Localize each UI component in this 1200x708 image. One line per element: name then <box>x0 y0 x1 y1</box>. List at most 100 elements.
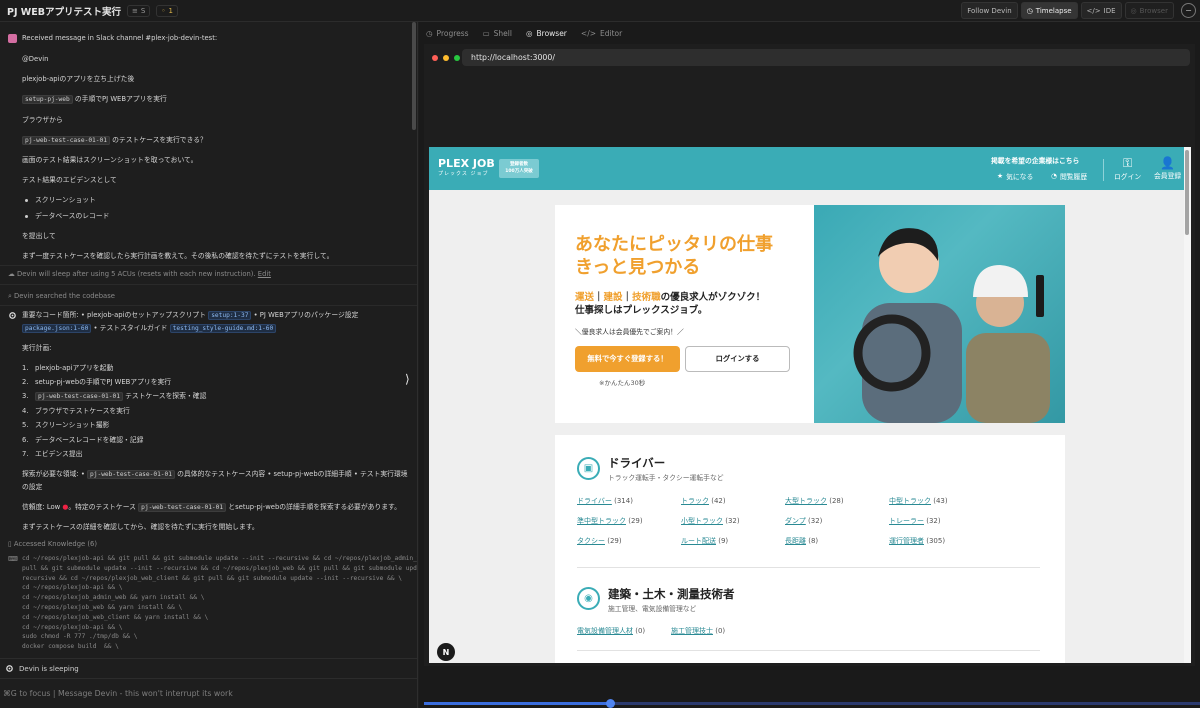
message-line: を提出して <box>22 232 56 240</box>
mention: @Devin <box>22 55 49 63</box>
plan-item: データベースレコードを確認・記録 <box>35 436 144 444</box>
category-subtitle: トラック運転手・タクシー運転手など <box>608 474 724 482</box>
plan-item: スクリーンショット撮影 <box>35 421 110 429</box>
clock-icon: ◷ <box>1026 6 1033 15</box>
job-link[interactable]: トレーラー (32) <box>889 516 941 526</box>
tab-browser[interactable]: ◎ Browser <box>526 29 567 38</box>
tag-icon: ≡ <box>132 6 138 15</box>
minimize-icon[interactable]: − <box>1181 3 1196 18</box>
web-page: PLEX JOB プレックス ジョブ 登録者数 100万人突破 掲載を希望の企業様は… <box>429 147 1189 663</box>
workspace-tabs: ◷ Progress ▭ Shell ◎ Browser </> Editor <box>419 22 1200 44</box>
register-link[interactable]: 👤 会員登録 <box>1154 156 1181 180</box>
page-scrollbar[interactable] <box>1184 147 1191 663</box>
login-link[interactable]: ⚿ ログイン <box>1114 156 1141 181</box>
collapse-handle-icon[interactable]: ⟩ <box>405 372 410 386</box>
globe-icon: ◎ <box>525 28 533 38</box>
minimize-dot-icon[interactable] <box>443 55 449 61</box>
login-button[interactable]: ログインする <box>685 346 790 372</box>
job-link[interactable]: 大型トラック (28) <box>785 496 844 506</box>
hero-subtitle: 運送｜建設｜技術職の優良求人がゾクゾク！ 仕事探しはプレックスジョブ。 <box>575 292 766 316</box>
job-link[interactable]: ドライバー (314) <box>577 496 633 506</box>
nextjs-dev-icon[interactable]: N <box>437 643 455 661</box>
section-divider <box>577 567 1040 568</box>
register-button[interactable]: 無料で今すぐ登録する！ <box>575 346 680 372</box>
hero-footnote: ※かんたん30秒 <box>599 379 646 387</box>
list-item: スクリーンショット <box>35 196 96 204</box>
code-icon: </> <box>580 28 597 38</box>
divider <box>0 265 417 266</box>
inline-code: pj-web-test-case-01-01 <box>138 503 227 512</box>
command-output: cd ~/repos/plexjob-api && git pull && gi… <box>22 555 417 651</box>
job-link[interactable]: 中型トラック (43) <box>889 496 948 506</box>
tab-shell[interactable]: ▭ Shell <box>483 29 512 38</box>
message-line: ブラウザから <box>22 116 63 124</box>
progress-icon: ◷ <box>426 28 433 38</box>
hero-banner: あなたにピッタリの仕事 きっと見つかる 運送｜建設｜技術職の優良求人がゾクゾク！ … <box>555 205 1065 423</box>
terminal-icon: ⌨ <box>8 555 18 563</box>
cloud-icon: ☁ <box>8 270 15 278</box>
job-link[interactable]: 運行管理者 (305) <box>889 536 945 546</box>
inline-code: pj-web-test-case-01-01 <box>87 470 175 479</box>
timelapse-button[interactable]: ◷ Timelapse <box>1020 2 1078 19</box>
job-link[interactable]: 長距離 (8) <box>785 536 818 546</box>
job-link[interactable]: ルート配送 (9) <box>681 536 728 546</box>
devin-gear-icon <box>6 665 13 672</box>
job-link[interactable]: 電気設備管理人材 (0) <box>577 626 645 636</box>
plan-item: pj-web-test-case-01-01 テストケースを探索・確認 <box>35 392 206 401</box>
job-link[interactable]: タクシー (29) <box>577 536 622 546</box>
tab-editor[interactable]: </> Editor <box>581 29 622 38</box>
plan-item: plexjob-apiアプリを起動 <box>35 364 114 372</box>
ref-tag[interactable]: package.json:1-60 <box>22 324 92 333</box>
browser-button[interactable]: ◎ Browser <box>1124 2 1174 19</box>
maximize-dot-icon[interactable] <box>454 55 460 61</box>
follow-devin-button[interactable]: Follow Devin <box>961 2 1018 19</box>
status-bar: Devin is sleeping <box>0 658 417 678</box>
edit-link[interactable]: Edit <box>258 270 271 278</box>
job-link[interactable]: 小型トラック (32) <box>681 516 740 526</box>
timeline-slider[interactable] <box>424 699 1200 708</box>
history-link[interactable]: ◔ 閲覧履歴 <box>1051 171 1087 181</box>
explore-line: 探索が必要な領域: • pj-web-test-case-01-01 の具体的な… <box>22 470 408 479</box>
chat-scroll[interactable]: Received message in Slack channel #plex-… <box>0 22 417 658</box>
close-dot-icon[interactable] <box>432 55 438 61</box>
message-line: setup-pj-web の手順でPJ WEBアプリを実行 <box>22 95 167 104</box>
site-logo[interactable]: PLEX JOB プレックス ジョブ <box>438 158 495 179</box>
code-icon: </> <box>1086 6 1101 15</box>
ide-button[interactable]: </> IDE <box>1080 2 1122 19</box>
inline-code: pj-web-test-case-01-01 <box>35 392 123 401</box>
slack-icon <box>8 34 17 43</box>
timeline-knob[interactable] <box>606 699 616 708</box>
key-code-line: package.json:1-60 • テストスタイルガイド testing_s… <box>22 324 277 333</box>
acu-badge: ≡ S <box>127 4 151 17</box>
chat-scrollbar[interactable] <box>412 22 416 130</box>
plan-item: ブラウザでテストケースを実行 <box>35 407 130 415</box>
sleep-note: ☁ Devin will sleep after using 5 ACUs (r… <box>8 270 271 278</box>
page-scrollbar-thumb[interactable] <box>1185 150 1189 235</box>
address-bar[interactable]: http://localhost:3000/ <box>462 49 1190 66</box>
hero-title: あなたにピッタリの仕事 きっと見つかる <box>575 234 773 278</box>
employer-link[interactable]: 掲載を希望の企業様はこちら <box>991 155 1079 165</box>
browser-chrome: http://localhost:3000/ <box>424 44 1195 72</box>
key-code-line: 重要なコード箇所: • plexjob-apiのセットアップスクリプト setu… <box>22 311 359 320</box>
truck-icon: ▣ <box>577 457 600 480</box>
message-line: plexjob-apiのアプリを立ち上げた後 <box>22 75 135 83</box>
message-line: pj-web-test-case-01-01 のテストケースを実行できる？ <box>22 136 207 145</box>
job-link[interactable]: 施工管理技士 (0) <box>671 626 725 636</box>
star-icon: ★ <box>997 172 1004 180</box>
bulb-icon: ◦ <box>161 6 166 15</box>
ref-tag[interactable]: setup:1-37 <box>208 311 252 320</box>
browser-view: http://localhost:3000/ PLEX JOB プレックス ジョブ… <box>424 44 1195 666</box>
workspace-panel: ◷ Progress ▭ Shell ◎ Browser </> Editor http… <box>419 22 1200 708</box>
job-link[interactable]: ダンプ (32) <box>785 516 822 526</box>
job-link[interactable]: 準中型トラック (29) <box>577 516 643 526</box>
workers-illustration <box>853 228 1050 423</box>
knowledge-toggle[interactable]: ▯ Accessed Knowledge (6) <box>8 540 97 549</box>
devin-gear-icon <box>9 312 16 319</box>
message-line: 画面のテスト結果はスクリーンショットを取っておいて。 <box>22 156 198 164</box>
favorites-link[interactable]: ★ 気になる <box>997 171 1033 181</box>
message-input[interactable]: ⌘G to focus | Message Devin - this won't… <box>0 678 417 708</box>
job-link[interactable]: トラック (42) <box>681 496 726 506</box>
warning-badge: ◦ 1 <box>156 4 178 17</box>
ref-tag[interactable]: testing_style-guide.md:1-60 <box>169 324 277 333</box>
tab-progress[interactable]: ◷ Progress <box>426 29 469 38</box>
